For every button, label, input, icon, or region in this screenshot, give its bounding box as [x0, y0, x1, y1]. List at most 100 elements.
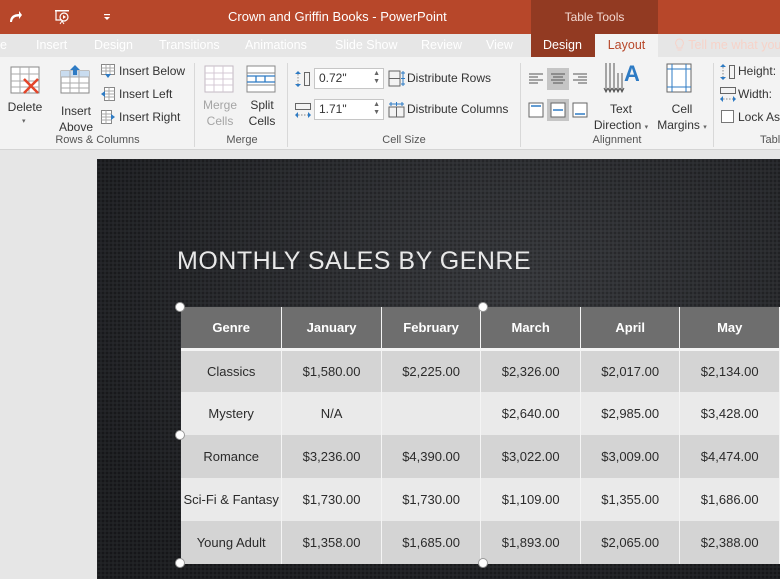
tab-file[interactable]: e [0, 34, 7, 57]
table-row: Mystery N/A $2,640.00 $2,985.00 $3,428.0… [181, 392, 780, 435]
lightbulb-icon [674, 38, 688, 52]
header-may[interactable]: May [679, 307, 780, 351]
tab-design[interactable]: Design [94, 34, 133, 57]
slide-title[interactable]: MONTHLY SALES BY GENRE [177, 247, 531, 276]
table-cell[interactable]: $2,388.00 [679, 521, 780, 564]
header-march[interactable]: March [480, 307, 581, 351]
table-cell[interactable]: Mystery [181, 392, 283, 435]
insert-below-button[interactable]: Insert Below [100, 63, 190, 81]
tab-animations[interactable]: Animations [245, 34, 307, 57]
table-cell[interactable]: $3,428.00 [679, 392, 780, 435]
merge-cells-button[interactable]: Merge Cells [200, 63, 240, 129]
merge-cells-icon [204, 65, 234, 98]
table-cell[interactable]: $1,685.00 [381, 521, 482, 564]
tab-review[interactable]: Review [421, 34, 462, 57]
resize-handle-bottom-middle[interactable] [478, 558, 488, 568]
delete-button[interactable]: Delete ▾ [7, 63, 43, 125]
table-cell[interactable]: $1,355.00 [580, 478, 681, 521]
insert-above-button[interactable]: Insert Above [56, 63, 96, 134]
table-cell[interactable]: $4,390.00 [381, 435, 482, 478]
header-april[interactable]: April [580, 307, 681, 351]
group-separator [287, 63, 288, 147]
table-cell[interactable]: Romance [181, 435, 283, 478]
distribute-columns-label: Distribute Columns [407, 102, 509, 116]
sales-table[interactable]: Genre January February March April May C… [181, 307, 780, 564]
table-cell[interactable]: $1,109.00 [480, 478, 581, 521]
text-direction-button[interactable]: A Text Direction ▾ [592, 61, 650, 132]
delete-dropdown-icon: ▾ [22, 118, 26, 125]
table-cell[interactable]: $2,640.00 [480, 392, 581, 435]
table-cell[interactable]: $2,985.00 [580, 392, 681, 435]
align-right-button[interactable] [569, 68, 591, 90]
row-height-input[interactable]: 0.72" ▲ ▼ [314, 68, 384, 89]
tell-me-text: Tell me what you [688, 38, 780, 52]
tab-transitions[interactable]: Transitions [159, 34, 220, 57]
table-cell[interactable]: Young Adult [181, 521, 283, 564]
redo-icon[interactable] [5, 7, 25, 27]
insert-below-icon [101, 64, 115, 83]
table-cell[interactable]: $2,017.00 [580, 349, 681, 392]
align-middle-icon [550, 102, 566, 118]
table-cell[interactable]: N/A [281, 392, 382, 435]
tab-insert[interactable]: Insert [36, 34, 67, 57]
align-top-button[interactable] [525, 99, 547, 121]
resize-handle-middle-left[interactable] [175, 430, 185, 440]
table-cell[interactable]: $1,358.00 [281, 521, 382, 564]
table-cell[interactable]: $3,009.00 [580, 435, 681, 478]
table-cell[interactable]: $1,730.00 [381, 478, 482, 521]
insert-left-button[interactable]: Insert Left [100, 86, 190, 104]
merge-cells-label-1: Merge [202, 98, 237, 112]
header-genre[interactable]: Genre [181, 307, 283, 351]
align-left-button[interactable] [525, 68, 547, 90]
column-width-input[interactable]: 1.71" ▲ ▼ [314, 99, 384, 120]
split-cells-icon [246, 65, 276, 98]
align-center-button[interactable] [547, 68, 569, 90]
row-height-spinner[interactable]: ▲ ▼ [373, 70, 380, 86]
align-left-icon [529, 73, 543, 84]
insert-right-icon [101, 110, 115, 129]
cell-margins-button[interactable]: Cell Margins ▾ [655, 61, 709, 132]
table-cell[interactable]: $1,893.00 [480, 521, 581, 564]
table-cell[interactable]: $1,580.00 [281, 349, 382, 392]
tab-slide-show[interactable]: Slide Show [335, 34, 398, 57]
header-january[interactable]: January [281, 307, 382, 351]
table-cell[interactable]: $2,065.00 [580, 521, 681, 564]
table-cell[interactable] [381, 392, 482, 435]
align-center-icon [551, 73, 565, 84]
customize-qat-icon[interactable] [97, 7, 117, 27]
group-label-rows-columns: Rows & Columns [55, 134, 140, 146]
resize-handle-top-middle[interactable] [478, 302, 488, 312]
distribute-columns-button[interactable]: Distribute Columns [388, 101, 518, 119]
table-cell[interactable]: Classics [181, 349, 283, 392]
distribute-rows-button[interactable]: Distribute Rows [388, 70, 513, 88]
insert-right-button[interactable]: Insert Right [100, 109, 190, 127]
table-cell[interactable]: $2,225.00 [381, 349, 482, 392]
slideshow-from-start-icon[interactable] [52, 7, 72, 27]
table-cell[interactable]: $1,730.00 [281, 478, 382, 521]
ribbon-tabs: e Insert Design Transitions Animations S… [0, 34, 780, 57]
table-cell[interactable]: $4,474.00 [679, 435, 780, 478]
table-cell[interactable]: $2,134.00 [679, 349, 780, 392]
table-cell[interactable]: Sci-Fi & Fantasy [181, 478, 283, 521]
tab-table-layout[interactable]: Layout [595, 34, 658, 57]
table-cell[interactable]: $3,236.00 [281, 435, 382, 478]
align-middle-button[interactable] [547, 99, 569, 121]
row-height-value: 0.72" [319, 71, 347, 85]
tab-table-design[interactable]: Design [543, 34, 582, 57]
tell-me-search[interactable]: Tell me what you [674, 34, 780, 56]
lock-aspect-checkbox[interactable] [721, 110, 734, 123]
group-label-table-size: Tabl [760, 134, 780, 146]
text-direction-dropdown-icon: ▾ [644, 124, 649, 131]
resize-handle-bottom-left[interactable] [175, 558, 185, 568]
table-cell[interactable]: $2,326.00 [480, 349, 581, 392]
table-cell[interactable]: $1,686.00 [679, 478, 780, 521]
header-february[interactable]: February [381, 307, 482, 351]
column-width-spinner[interactable]: ▲ ▼ [373, 101, 380, 117]
resize-handle-top-left[interactable] [175, 302, 185, 312]
table-cell[interactable]: $3,022.00 [480, 435, 581, 478]
insert-above-label-2: Above [58, 120, 94, 134]
split-cells-button[interactable]: Split Cells [242, 63, 282, 129]
delete-label: Delete [7, 100, 43, 114]
tab-view[interactable]: View [486, 34, 513, 57]
insert-left-icon [101, 87, 115, 106]
